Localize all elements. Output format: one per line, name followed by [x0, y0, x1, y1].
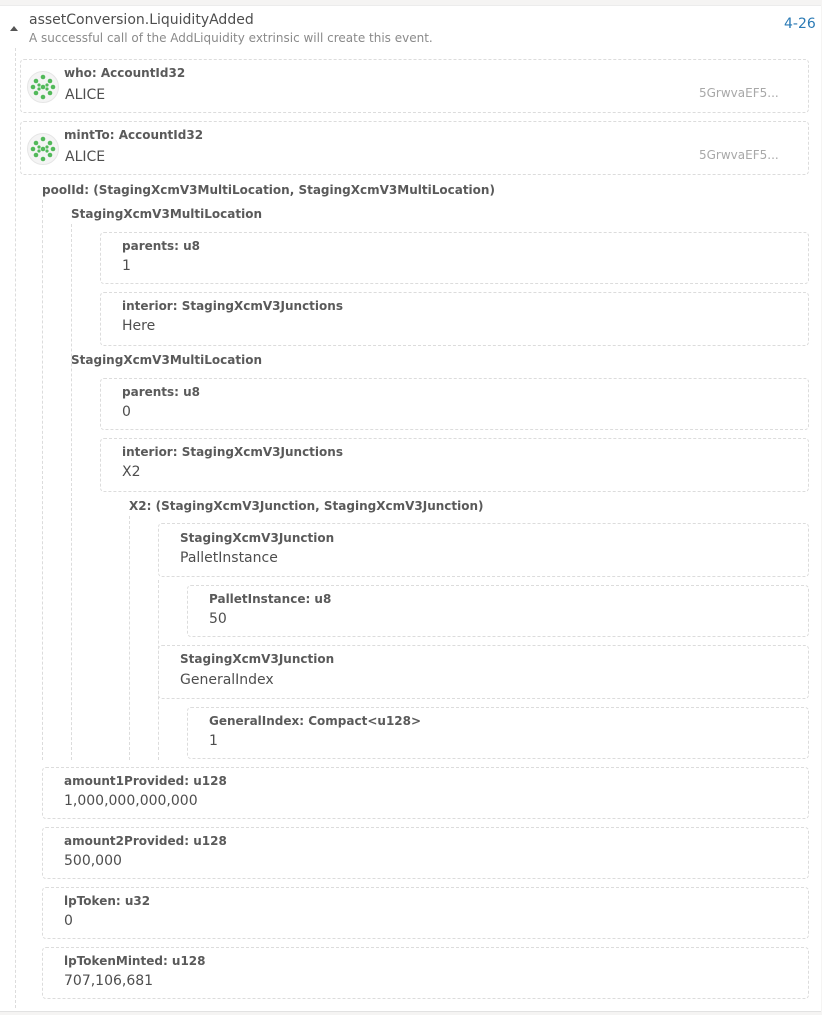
amount2-label: amount2Provided: u128 — [64, 834, 227, 848]
loc2-parents-label: parents: u8 — [122, 385, 201, 399]
loc1-parents-label: parents: u8 — [122, 239, 201, 253]
x2-label: X2: (StagingXcmV3Junction, StagingXcmV3J… — [129, 499, 484, 513]
loc1-guide — [71, 224, 72, 760]
event-block-link[interactable]: 4-26 — [784, 16, 816, 32]
mintto-label: mintTo: AccountId32 — [64, 128, 204, 142]
poolid-guide — [42, 200, 43, 760]
loc2-label: StagingXcmV3MultiLocation — [71, 353, 263, 367]
tree-guide — [15, 48, 16, 1008]
general-index-label: GeneralIndex: Compact<u128> — [209, 714, 422, 728]
loc1-interior-value: Here — [122, 318, 156, 334]
junction2-value: GeneralIndex — [180, 672, 274, 688]
loc2-parents-value: 0 — [122, 404, 131, 420]
loc1-interior-label: interior: StagingXcmV3Junctions — [122, 299, 343, 313]
poolid-label: poolId: (StagingXcmV3MultiLocation, Stag… — [42, 183, 495, 197]
loc2-parents-field — [100, 378, 809, 430]
loc1-label: StagingXcmV3MultiLocation — [71, 207, 263, 221]
who-label: who: AccountId32 — [64, 66, 186, 80]
pallet-instance-value: 50 — [209, 611, 227, 627]
amount2-value: 500,000 — [64, 853, 122, 869]
lptoken-label: lpToken: u32 — [64, 894, 151, 908]
mintto-value: ALICE — [65, 149, 106, 165]
lptoken-field — [42, 887, 809, 939]
junction1-value: PalletInstance — [180, 550, 278, 566]
junction2-label: StagingXcmV3Junction — [180, 652, 335, 666]
amount1-value: 1,000,000,000,000 — [64, 793, 198, 809]
lptoken-minted-value: 707,106,681 — [64, 973, 154, 989]
junction1-label: StagingXcmV3Junction — [180, 531, 335, 545]
general-index-value: 1 — [209, 733, 218, 749]
who-avatar-icon[interactable] — [27, 71, 59, 103]
amount1-label: amount1Provided: u128 — [64, 774, 227, 788]
loc2-interior-label: interior: StagingXcmV3Junctions — [122, 445, 343, 459]
event-title: assetConversion.LiquidityAdded — [29, 12, 254, 28]
lptoken-value: 0 — [64, 913, 73, 929]
caret-up-icon[interactable] — [10, 26, 18, 31]
loc2-interior-value: X2 — [122, 464, 141, 480]
mintto-avatar-icon[interactable] — [27, 133, 59, 165]
who-value: ALICE — [65, 87, 106, 103]
lptoken-minted-label: lpTokenMinted: u128 — [64, 954, 206, 968]
event-description: A successful call of the AddLiquidity ex… — [29, 31, 433, 45]
who-address[interactable]: 5GrwvaEF5... — [699, 86, 779, 100]
loc1-parents-field — [100, 232, 809, 284]
pallet-instance-label: PalletInstance: u8 — [209, 592, 332, 606]
mintto-address[interactable]: 5GrwvaEF5... — [699, 148, 779, 162]
x2-guide — [129, 516, 130, 760]
loc1-parents-value: 1 — [122, 258, 131, 274]
